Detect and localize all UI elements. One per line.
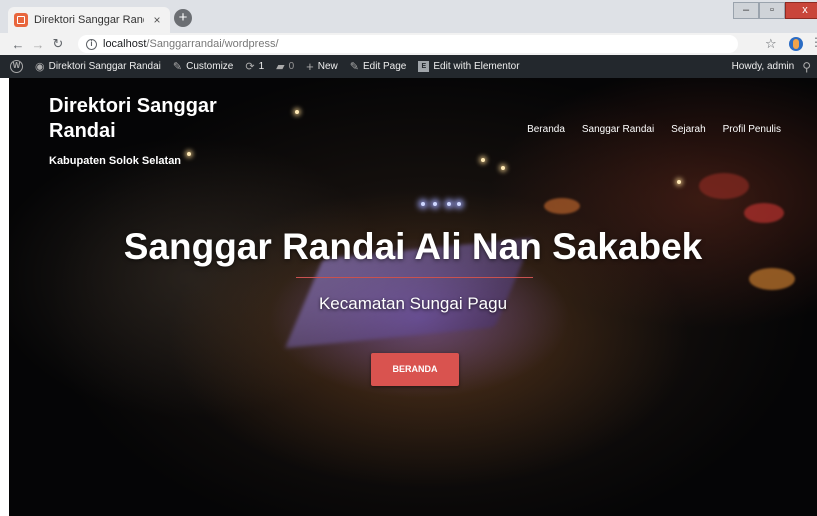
tab-title: Direktori Sanggar Randai – Kabu bbox=[34, 14, 144, 26]
beranda-button[interactable]: BERANDA bbox=[371, 353, 459, 386]
stage-light bbox=[457, 202, 461, 206]
howdy-account-link[interactable]: Howdy, admin bbox=[732, 61, 795, 72]
reload-icon[interactable]: ↻ bbox=[48, 36, 68, 52]
stage-light bbox=[433, 202, 437, 206]
address-bar[interactable]: i localhost/Sanggarrandai/wordpress/ bbox=[78, 35, 738, 53]
comments-link[interactable]: ▰ 0 bbox=[270, 55, 300, 78]
background-light bbox=[187, 152, 191, 156]
edit-page-label: Edit Page bbox=[363, 61, 407, 72]
background-light bbox=[501, 166, 505, 170]
window-controls: – ▫ x bbox=[733, 2, 817, 20]
customize-link[interactable]: ✎ Customize bbox=[167, 55, 239, 78]
site-name-link[interactable]: ◉ Direktori Sanggar Randai bbox=[29, 55, 167, 78]
wp-admin-bar: W ◉ Direktori Sanggar Randai ✎ Customize… bbox=[0, 55, 817, 78]
new-tab-button[interactable]: + bbox=[174, 9, 192, 27]
elementor-icon: E bbox=[418, 61, 430, 72]
background-light bbox=[677, 180, 681, 184]
profile-avatar-icon[interactable] bbox=[789, 37, 803, 51]
customize-label: Customize bbox=[186, 61, 234, 72]
site-name-label: Direktori Sanggar Randai bbox=[48, 61, 161, 72]
site-favicon-icon bbox=[14, 13, 28, 27]
edit-elementor-label: Edit with Elementor bbox=[433, 61, 520, 72]
main-navigation: Beranda Sanggar Randai Sejarah Profil Pe… bbox=[527, 124, 781, 135]
brush-icon: ✎ bbox=[172, 61, 183, 73]
hero-section: Direktori Sanggar Randai Kabupaten Solok… bbox=[9, 78, 817, 516]
hero-title: Sanggar Randai Ali Nan Sakabek bbox=[123, 226, 703, 267]
nav-item-beranda[interactable]: Beranda bbox=[527, 124, 565, 135]
background-umbrella bbox=[749, 268, 795, 290]
browser-titlebar: Direktori Sanggar Randai – Kabu × + – ▫ … bbox=[0, 0, 817, 33]
browser-tab[interactable]: Direktori Sanggar Randai – Kabu × bbox=[8, 7, 170, 33]
background-light bbox=[481, 158, 485, 162]
browser-toolbar: ← → ↻ i localhost/Sanggarrandai/wordpres… bbox=[0, 33, 817, 55]
plus-icon: + bbox=[306, 59, 314, 74]
url-host: localhost bbox=[103, 38, 147, 50]
nav-item-sejarah[interactable]: Sejarah bbox=[671, 124, 705, 135]
hero-divider bbox=[296, 277, 533, 278]
close-window-button[interactable]: x bbox=[785, 2, 817, 19]
site-tagline: Kabupaten Solok Selatan bbox=[49, 155, 182, 167]
edit-elementor-link[interactable]: E Edit with Elementor bbox=[412, 55, 525, 78]
admin-bar-right: Howdy, admin ⚲ bbox=[732, 55, 811, 78]
minimize-button[interactable]: – bbox=[733, 2, 759, 19]
hero-subtitle: Kecamatan Sungai Pagu bbox=[318, 294, 508, 313]
updates-icon: ⟳ bbox=[245, 61, 255, 73]
search-icon[interactable]: ⚲ bbox=[802, 60, 811, 74]
background-umbrella bbox=[699, 173, 749, 199]
back-arrow-icon[interactable]: ← bbox=[8, 37, 28, 52]
info-icon[interactable]: i bbox=[86, 38, 97, 50]
wp-logo-button[interactable]: W bbox=[0, 55, 29, 78]
nav-item-sanggar-randai[interactable]: Sanggar Randai bbox=[582, 124, 654, 135]
new-content-link[interactable]: + New bbox=[300, 55, 344, 78]
comments-count: 0 bbox=[288, 61, 295, 72]
menu-dots-icon[interactable]: ⋮ bbox=[810, 35, 817, 49]
pencil-icon: ✎ bbox=[349, 61, 359, 73]
background-umbrella bbox=[744, 203, 784, 223]
updates-link[interactable]: ⟳ 1 bbox=[239, 55, 270, 78]
maximize-button[interactable]: ▫ bbox=[759, 2, 785, 19]
comment-icon: ▰ bbox=[276, 61, 285, 73]
bookmark-star-icon[interactable]: ☆ bbox=[765, 36, 777, 52]
new-label: New bbox=[317, 61, 338, 72]
nav-item-profil-penulis[interactable]: Profil Penulis bbox=[723, 124, 781, 135]
forward-arrow-icon[interactable]: → bbox=[28, 37, 48, 52]
site-title[interactable]: Direktori Sanggar Randai bbox=[49, 94, 259, 144]
edit-page-link[interactable]: ✎ Edit Page bbox=[344, 55, 413, 78]
wordpress-logo-icon: W bbox=[10, 60, 23, 73]
tab-close-icon[interactable]: × bbox=[150, 13, 164, 27]
stage-light bbox=[421, 202, 425, 206]
url-path: /Sanggarrandai/wordpress/ bbox=[146, 38, 279, 50]
background-umbrella bbox=[544, 198, 580, 214]
background-light bbox=[295, 110, 299, 114]
updates-count: 1 bbox=[258, 61, 265, 72]
stage-light bbox=[447, 202, 451, 206]
dashboard-icon: ◉ bbox=[35, 61, 45, 73]
url-text: localhost/Sanggarrandai/wordpress/ bbox=[103, 38, 279, 50]
